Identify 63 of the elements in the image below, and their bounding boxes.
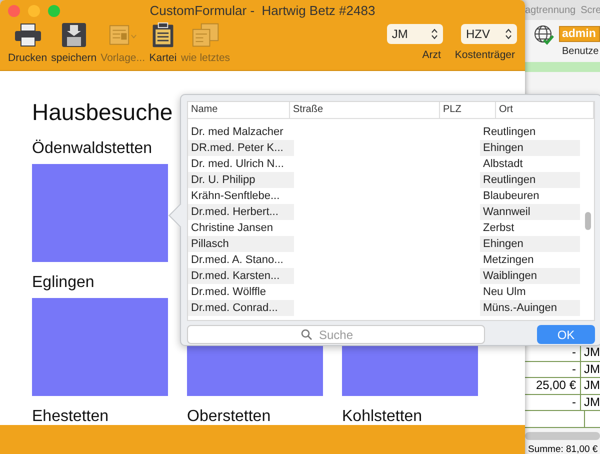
name-cell[interactable]: Dr.med. Karsten... bbox=[188, 268, 294, 284]
name-cell[interactable]: Dr.med. Herbert... bbox=[188, 204, 294, 220]
name-cell[interactable]: Pillasch bbox=[188, 236, 294, 252]
city-cell[interactable]: Reutlingen bbox=[480, 172, 580, 188]
tile[interactable] bbox=[32, 164, 168, 262]
city-cell[interactable]: Albstadt bbox=[480, 156, 580, 172]
name-cell[interactable]: Dr. med Malzacher bbox=[188, 124, 294, 140]
up-down-arrows-icon bbox=[505, 28, 512, 40]
field-label: Benutze bbox=[562, 46, 599, 57]
form-heading: Hausbesuche bbox=[32, 99, 173, 126]
name-cell[interactable]: Dr. med. Ulrich N... bbox=[188, 156, 294, 172]
scrollbar[interactable] bbox=[585, 212, 591, 230]
column-header[interactable]: Name bbox=[188, 102, 290, 118]
city-cell[interactable]: Ehingen bbox=[480, 140, 580, 156]
search-field[interactable]: Suche bbox=[187, 325, 485, 344]
city-cell[interactable]: Reutlingen bbox=[480, 124, 580, 140]
zoom-icon[interactable] bbox=[48, 5, 60, 17]
window-title: CustomFormular - Hartwig Betz #2483 bbox=[150, 3, 376, 18]
city-cell[interactable]: Müns.-Auingen bbox=[480, 300, 580, 316]
select-label: Arzt bbox=[422, 49, 442, 61]
name-cell[interactable]: Krähn-Senftlebe... bbox=[188, 188, 294, 204]
doctor-cell-text: JM bbox=[583, 362, 600, 377]
name-cell[interactable]: DR.med. Peter K... bbox=[188, 140, 294, 156]
name-cell[interactable]: Dr.med. Conrad... bbox=[188, 300, 294, 316]
name-cell[interactable]: Christine Jansen bbox=[188, 220, 294, 236]
name-cell[interactable]: Dr. U. Philipp bbox=[188, 172, 294, 188]
toolbar-button[interactable]: Kartei bbox=[147, 22, 180, 64]
scrollbar[interactable] bbox=[525, 432, 600, 440]
village-label: Ödenwaldstetten bbox=[32, 140, 152, 157]
city-cell[interactable]: Blaubeuren bbox=[480, 188, 580, 204]
city-cell[interactable]: Wannweil bbox=[480, 204, 580, 220]
column-header[interactable]: PLZ bbox=[440, 102, 496, 118]
name-cell[interactable]: Dr.med. Wölffle bbox=[188, 284, 294, 300]
village-label: Eglingen bbox=[32, 274, 94, 291]
village-label: Oberstetten bbox=[187, 408, 271, 425]
search-icon bbox=[301, 329, 312, 340]
village-label: Kohlstetten bbox=[342, 408, 422, 425]
select-label: Kostenträger bbox=[454, 49, 516, 61]
doctor-cell-text: JM bbox=[583, 378, 600, 394]
name-cell[interactable]: Dr.med. A. Stano... bbox=[188, 252, 294, 268]
sum-text: Summe: 81,00 € bbox=[527, 444, 599, 454]
toolbar-button[interactable]: Drucken bbox=[6, 22, 50, 64]
select-field[interactable]: JM bbox=[386, 24, 443, 44]
city-cell[interactable]: Zerbst bbox=[480, 220, 580, 236]
select-field[interactable]: HZV bbox=[461, 24, 517, 44]
globe-check-icon[interactable] bbox=[533, 24, 555, 46]
tile[interactable] bbox=[32, 298, 168, 396]
documents-icon bbox=[192, 22, 220, 48]
doctor-cell-text: JM bbox=[583, 394, 600, 410]
column-header[interactable]: Ort bbox=[496, 102, 594, 118]
city-cell[interactable]: Waiblingen bbox=[480, 268, 580, 284]
printer-icon bbox=[14, 22, 42, 48]
document-icon bbox=[108, 22, 137, 48]
minimize-icon[interactable] bbox=[28, 5, 40, 17]
city-cell[interactable]: Metzingen bbox=[480, 252, 580, 268]
city-cell[interactable]: Ehingen bbox=[480, 236, 580, 252]
doctor-cell-text: JM bbox=[583, 345, 600, 360]
close-icon[interactable] bbox=[8, 5, 20, 17]
toolbar-button[interactable]: speichern bbox=[49, 22, 99, 64]
up-down-arrows-icon bbox=[430, 28, 438, 40]
column-header[interactable]: Straße bbox=[290, 102, 440, 118]
city-cell[interactable]: Neu Ulm bbox=[480, 284, 580, 300]
village-label: Ehestetten bbox=[32, 408, 108, 425]
